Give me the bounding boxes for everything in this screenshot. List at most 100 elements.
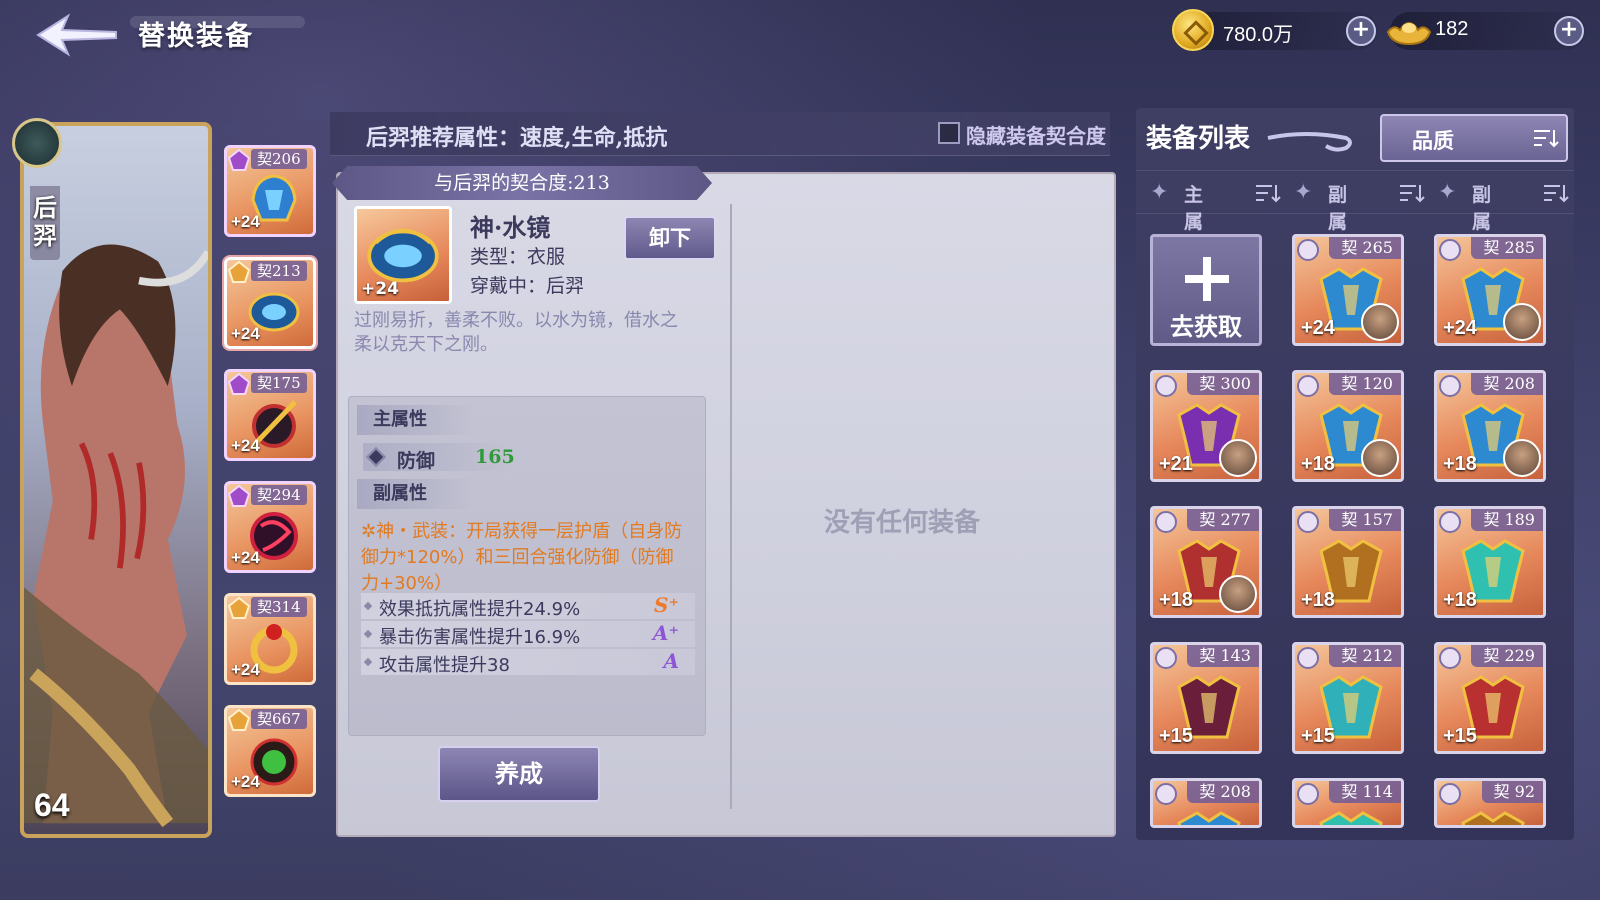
affinity-tag: 契667 <box>251 709 307 729</box>
affinity-tag: 契 229 <box>1471 645 1543 667</box>
affinity-tag: 契 189 <box>1471 509 1543 531</box>
rank-badge-icon <box>227 148 251 171</box>
panel-divider <box>730 204 732 809</box>
hide-affinity-label[interactable]: 隐藏装备契合度 <box>966 120 1106 149</box>
equipment-card[interactable]: 契 120 +18 <box>1292 370 1404 482</box>
add-ingot-button[interactable]: + <box>1554 16 1584 46</box>
gear-icon <box>1439 647 1461 669</box>
equipment-card[interactable]: 契 208 +18 <box>1434 370 1546 482</box>
affinity-tag: 契 265 <box>1329 237 1401 259</box>
filter-star-icon: ✦ <box>1438 180 1457 205</box>
sub-attr-text: 暴击伤害属性提升16.9% <box>379 627 581 648</box>
equipment-card[interactable]: 契 143 +15 <box>1150 642 1262 754</box>
equipment-card[interactable]: 契 92 <box>1434 778 1546 828</box>
equip-slot-ring[interactable]: 契314 +24 <box>224 593 316 685</box>
equipment-card[interactable]: 契 114 <box>1292 778 1404 828</box>
equip-slot-weapon[interactable]: 契206 +24 <box>224 145 316 237</box>
attribute-box: 主属性 防御 165 副属性 ✲神・武装：开局获得一层护盾（自身防御力*120%… <box>348 396 706 736</box>
filter-label: 副属 <box>1472 184 1492 233</box>
recommend-attributes: 后羿推荐属性：速度,生命,抵抗 <box>366 125 668 151</box>
gear-icon <box>1297 375 1319 397</box>
quality-label: 品质 <box>1412 128 1454 153</box>
owner-avatar <box>1361 303 1399 341</box>
gear-icon <box>1439 783 1461 805</box>
hide-affinity-checkbox[interactable] <box>938 122 960 144</box>
enhance-level: +15 <box>1443 725 1477 747</box>
equipment-card[interactable]: 契 212 +15 <box>1292 642 1404 754</box>
ingot-amount: 182 <box>1435 18 1469 40</box>
rank-badge-icon <box>227 260 251 283</box>
enhance-level: +15 <box>1159 725 1193 747</box>
affinity-tag: 契 208 <box>1471 373 1543 395</box>
empty-compare-text: 没有任何装备 <box>824 508 981 538</box>
sub-attr-text: 攻击属性提升38 <box>379 655 510 676</box>
enhance-level: +24 <box>231 660 260 679</box>
equipment-card[interactable]: 契 300 +21 <box>1150 370 1262 482</box>
plus-icon-bar <box>1185 275 1229 283</box>
equipment-card[interactable]: 契 208 <box>1150 778 1262 828</box>
item-type: 类型：衣服 <box>470 246 566 268</box>
armor-icon <box>1461 811 1525 825</box>
hero-name: 后羿 <box>30 186 60 260</box>
enhance-level: +24 <box>231 212 260 231</box>
top-bar: 替换装备 780.0万 + 182 + <box>0 0 1600 70</box>
equipment-list-panel: 装备列表 品质 ✦ 主属 ✦ 副属 ✦ 副属 去获取 契 265 +24 契 285… <box>1136 108 1574 840</box>
unequip-button[interactable]: 卸下 <box>624 216 716 260</box>
armor-icon <box>1319 811 1383 825</box>
gear-icon <box>1439 375 1461 397</box>
affinity-banner: 与后羿的契合度:213 <box>332 166 712 200</box>
enhance-level: +21 <box>1159 453 1193 475</box>
add-gold-button[interactable]: + <box>1346 16 1376 46</box>
equipment-card[interactable]: 契 157 +18 <box>1292 506 1404 618</box>
equip-slot-accessory[interactable]: 契175 +24 <box>224 369 316 461</box>
enhance-level: +24 <box>231 548 260 567</box>
special-attr-text: 神・武装：开局获得一层护盾（自身防御力*120%）和三回合强化防御（防御力+30… <box>361 521 683 594</box>
equipment-detail-panel: 与后羿的契合度:213 +24 神·水镜 类型：衣服 穿戴中：后羿 卸下 过刚易… <box>332 166 1116 837</box>
equip-slot-armor[interactable]: 契213 +24 <box>224 257 316 349</box>
affinity-tag: 契213 <box>251 261 307 281</box>
enhance-level: +15 <box>1301 725 1335 747</box>
rank-badge-icon <box>227 708 251 731</box>
gear-icon <box>1297 783 1319 805</box>
hero-faction-icon <box>12 118 62 168</box>
enhance-level: +18 <box>1159 589 1193 611</box>
equip-slot-talisman[interactable]: 契667 +24 <box>224 705 316 797</box>
affinity-tag: 契 157 <box>1329 509 1401 531</box>
equipment-card[interactable]: 契 229 +15 <box>1434 642 1546 754</box>
sort-icon <box>1400 185 1425 203</box>
equipment-card[interactable]: 契 277 +18 <box>1150 506 1262 618</box>
list-title: 装备列表 <box>1146 124 1251 154</box>
affinity-tag: 契 208 <box>1187 781 1259 803</box>
grade-badge: A⁺ <box>652 621 679 645</box>
quality-sort-button[interactable]: 品质 <box>1380 114 1568 162</box>
enhance-level: +24 <box>1443 317 1477 339</box>
affinity-tag: 契 300 <box>1187 373 1259 395</box>
diamond-icon <box>366 447 386 467</box>
filter-row: ✦ 主属 ✦ 副属 ✦ 副属 <box>1136 170 1574 233</box>
equipment-card[interactable]: 契 285 +24 <box>1434 234 1546 346</box>
equipment-card[interactable]: 契 189 +18 <box>1434 506 1546 618</box>
item-description: 过刚易折，善柔不败。以水为镜，借水之柔以克天下之刚。 <box>354 310 678 355</box>
enhance-level: +24 <box>231 436 260 455</box>
equip-slot-necklace[interactable]: 契294 +24 <box>224 481 316 573</box>
obtain-equipment-button[interactable]: 去获取 <box>1150 234 1262 346</box>
affinity-tag: 契 120 <box>1329 373 1401 395</box>
bullet-icon <box>363 657 373 667</box>
back-button[interactable] <box>30 10 120 60</box>
affinity-tag: 契 285 <box>1471 237 1543 259</box>
cultivate-button[interactable]: 养成 <box>438 746 600 802</box>
filter-star-icon: ✦ <box>1294 180 1313 205</box>
gold-currency: 780.0万 + <box>1172 9 1378 51</box>
enhance-level: +24 <box>1301 317 1335 339</box>
equipment-card[interactable]: 契 265 +24 <box>1292 234 1404 346</box>
sub-attr-header: 副属性 <box>357 479 475 509</box>
affinity-tag: 契 92 <box>1481 781 1543 803</box>
page-title: 替换装备 <box>138 21 254 52</box>
swirl-decoration-icon <box>1267 132 1352 152</box>
main-attr-row: 防御 165 <box>363 443 515 472</box>
filter-label: 主属 <box>1184 184 1204 233</box>
gear-icon <box>1155 511 1177 533</box>
hero-portrait-card[interactable]: 后羿 64 <box>20 122 212 838</box>
sub-attr-row: 攻击属性提升38 A <box>361 649 695 676</box>
hero-level: 64 <box>34 787 70 823</box>
